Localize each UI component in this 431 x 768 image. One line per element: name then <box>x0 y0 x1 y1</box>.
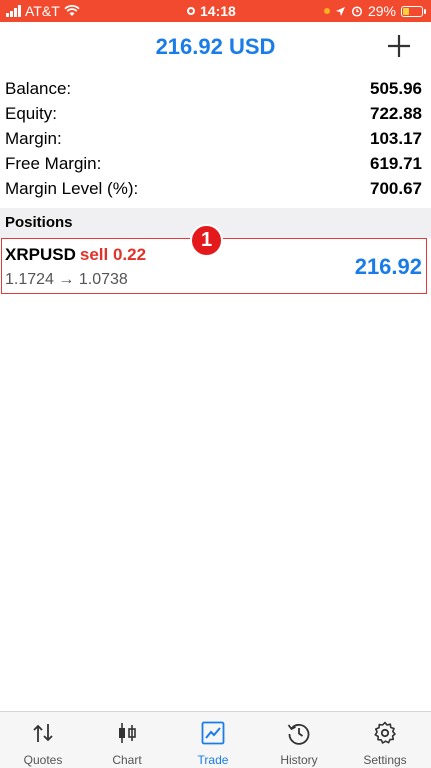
tab-bar: Quotes Chart Trade History Settings <box>0 711 431 768</box>
summary-value: 619.71 <box>370 154 422 173</box>
summary-value: 700.67 <box>370 179 422 198</box>
clock-time: 14:18 <box>200 3 236 19</box>
battery-icon <box>401 5 426 17</box>
position-symbol-line: XRPUSD sell 0.22 <box>5 245 146 265</box>
arrow-right-icon: → <box>58 271 75 288</box>
trade-chart-icon <box>201 721 225 745</box>
recording-icon <box>187 7 195 15</box>
tab-label: Chart <box>112 753 142 767</box>
position-symbol: XRPUSD <box>5 245 76 264</box>
tab-settings[interactable]: Settings <box>342 712 428 768</box>
battery-percent: 29% <box>367 3 396 19</box>
plus-icon[interactable] <box>387 34 411 58</box>
alarm-icon <box>351 6 363 17</box>
tab-label: History <box>280 753 318 767</box>
tab-chart[interactable]: Chart <box>84 712 170 768</box>
page-title: 216.92 USD <box>155 34 276 59</box>
location-icon <box>335 6 345 16</box>
summary-label: Equity: <box>5 104 57 123</box>
tab-quotes[interactable]: Quotes <box>0 712 86 768</box>
summary-row-free-margin: Free Margin: 619.71 <box>0 151 431 176</box>
summary-row-margin: Margin: 103.17 <box>0 126 431 151</box>
tab-label: Settings <box>363 753 407 767</box>
tab-trade[interactable]: Trade <box>170 712 256 768</box>
tab-label: Trade <box>197 753 229 767</box>
carrier-label: AT&T <box>25 3 60 19</box>
status-left: AT&T <box>6 3 80 19</box>
signal-icon <box>6 5 21 17</box>
summary-row-equity: Equity: 722.88 <box>0 101 431 126</box>
summary-label: Balance: <box>5 79 72 98</box>
summary-label: Free Margin: <box>5 154 102 173</box>
mic-indicator-icon <box>323 8 330 14</box>
summary-value: 722.88 <box>370 104 422 123</box>
candlestick-chart-icon <box>119 723 136 743</box>
quotes-arrows-icon <box>33 724 53 742</box>
wifi-icon <box>64 5 80 16</box>
positions-heading: Positions <box>5 214 73 231</box>
summary-label: Margin: <box>5 129 62 148</box>
gear-icon <box>374 721 396 744</box>
account-summary: Balance: 505.96 Equity: 722.88 Margin: 1… <box>0 76 431 201</box>
summary-label: Margin Level (%): <box>5 179 139 198</box>
status-bar: AT&T 14:18 29% <box>0 0 431 22</box>
summary-row-balance: Balance: 505.96 <box>0 76 431 101</box>
history-clock-icon <box>287 723 310 745</box>
position-side: sell 0.22 <box>79 245 147 264</box>
tab-history[interactable]: History <box>256 712 342 768</box>
summary-value: 103.17 <box>370 129 422 148</box>
summary-row-margin-level: Margin Level (%): 700.67 <box>0 176 431 201</box>
summary-value: 505.96 <box>370 79 422 98</box>
status-right: 29% <box>323 3 426 19</box>
position-prices: 1.1724 → 1.0738 <box>5 271 128 289</box>
open-price: 1.1724 <box>5 271 54 288</box>
header: 216.92 USD <box>0 22 431 72</box>
current-price: 1.0738 <box>78 271 128 288</box>
tab-label: Quotes <box>23 753 63 767</box>
position-profit: 216.92 <box>354 254 422 279</box>
step-badge: 1 <box>190 224 223 257</box>
status-center: 14:18 <box>187 3 236 19</box>
